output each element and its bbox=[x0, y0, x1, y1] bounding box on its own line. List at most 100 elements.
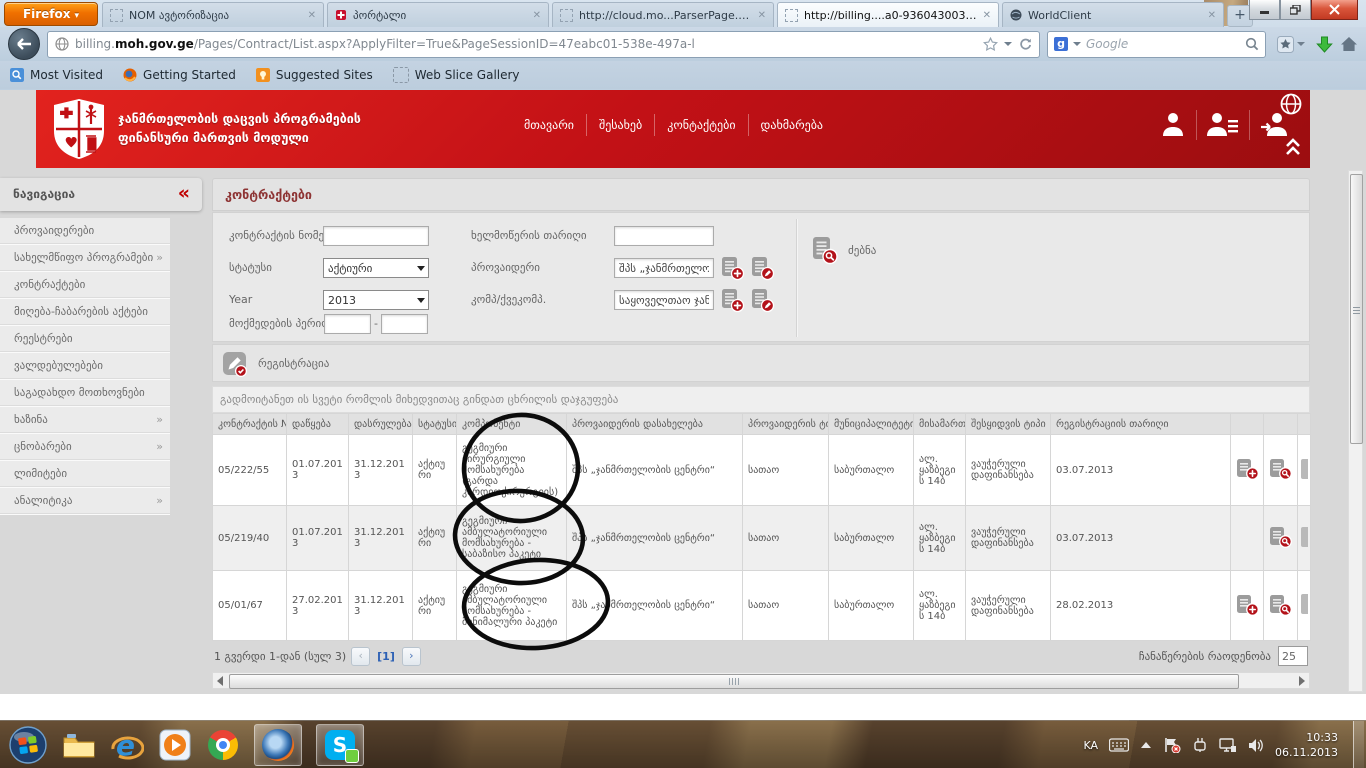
row-add-act-button[interactable] bbox=[1235, 456, 1260, 481]
close-icon[interactable]: ✕ bbox=[983, 10, 991, 21]
user-profile-button[interactable] bbox=[1150, 110, 1196, 140]
tab-cloud-parserpage[interactable]: http://cloud.mo...ParserPage.aspx ✕ bbox=[552, 2, 774, 27]
home-button[interactable] bbox=[1340, 36, 1358, 52]
taskbar-chrome[interactable] bbox=[206, 728, 240, 762]
table-row[interactable]: 05/219/40 01.07.2013 31.12.2013 აქტიური … bbox=[213, 506, 1311, 571]
col-address[interactable]: მისამართი bbox=[914, 414, 966, 435]
col-registration-date[interactable]: რეგისტრაციის თარიღი bbox=[1051, 414, 1231, 435]
language-indicator[interactable]: KA bbox=[1083, 739, 1098, 752]
close-icon[interactable]: ✕ bbox=[1208, 10, 1216, 21]
nav-help[interactable]: დახმარება bbox=[749, 114, 836, 136]
horizontal-scrollbar[interactable] bbox=[212, 672, 1310, 689]
prev-page-button[interactable]: ‹ bbox=[351, 647, 370, 666]
current-page[interactable]: [1] bbox=[377, 650, 395, 663]
tab-worldclient[interactable]: WorldClient ✕ bbox=[1002, 2, 1224, 27]
back-button[interactable] bbox=[8, 28, 40, 60]
period-from-input[interactable] bbox=[324, 314, 371, 334]
search-bar[interactable]: g Google bbox=[1047, 31, 1266, 58]
taskbar-media-player[interactable] bbox=[158, 728, 192, 762]
bookmark-web-slice-gallery[interactable]: Web Slice Gallery bbox=[393, 67, 520, 83]
taskbar-skype-active[interactable]: S bbox=[316, 724, 364, 766]
user-list-button[interactable] bbox=[1196, 110, 1249, 140]
component-add-button[interactable] bbox=[719, 287, 745, 313]
hidden-icons-arrow[interactable] bbox=[1140, 741, 1152, 749]
sidebar-item-state-programs[interactable]: სახელმწიფო პროგრამები» bbox=[0, 245, 170, 272]
nav-about[interactable]: შესახებ bbox=[587, 114, 655, 136]
sidebar-item-references[interactable]: ცნობარები» bbox=[0, 434, 170, 461]
provider-input[interactable] bbox=[614, 258, 714, 278]
sidebar-item-limits[interactable]: ლიმიტები bbox=[0, 461, 170, 488]
col-start[interactable]: დაწყება bbox=[287, 414, 349, 435]
taskbar-internet-explorer[interactable]: e bbox=[110, 728, 144, 762]
scroll-left-icon[interactable] bbox=[217, 676, 223, 686]
sidebar-item-payment-requests[interactable]: საგადახდო მოთხოვნები bbox=[0, 380, 170, 407]
show-desktop-button[interactable] bbox=[1353, 721, 1364, 768]
component-input[interactable] bbox=[614, 290, 714, 310]
contract-number-input[interactable] bbox=[323, 226, 429, 246]
downloads-button[interactable] bbox=[1316, 36, 1333, 53]
bookmark-most-visited[interactable]: Most Visited bbox=[10, 68, 103, 82]
language-globe-icon[interactable] bbox=[1280, 93, 1302, 115]
records-input[interactable] bbox=[1278, 646, 1308, 666]
close-icon[interactable]: ✕ bbox=[758, 10, 766, 21]
power-plug-icon[interactable] bbox=[1192, 737, 1208, 753]
action-center-flag-icon[interactable] bbox=[1163, 737, 1181, 753]
col-status[interactable]: სტატუსი bbox=[413, 414, 457, 435]
bookmark-getting-started[interactable]: Getting Started bbox=[123, 68, 236, 82]
provider-add-button[interactable] bbox=[719, 255, 745, 281]
taskbar-explorer[interactable] bbox=[62, 728, 96, 762]
tab-billing-active[interactable]: http://billing....a0-9360430033a8 ✕ bbox=[777, 2, 999, 27]
sidebar-collapse-icon[interactable]: « bbox=[178, 178, 190, 208]
vertical-scrollbar[interactable] bbox=[1348, 170, 1363, 692]
vertical-scroll-thumb[interactable] bbox=[1350, 174, 1363, 444]
close-icon[interactable]: ✕ bbox=[533, 10, 541, 21]
sidebar-item-obligations[interactable]: ვალდებულებები bbox=[0, 353, 170, 380]
registration-label[interactable]: რეგისტრაცია bbox=[258, 357, 329, 370]
table-row[interactable]: 05/222/55 01.07.2013 31.12.2013 აქტიური … bbox=[213, 435, 1311, 506]
restore-button[interactable] bbox=[1280, 0, 1311, 20]
bookmark-suggested-sites[interactable]: Suggested Sites bbox=[256, 68, 373, 82]
col-municipality[interactable]: მუნიციპალიტეტი bbox=[829, 414, 914, 435]
col-end[interactable]: დასრულება bbox=[349, 414, 413, 435]
bookmark-star-icon[interactable] bbox=[983, 37, 998, 52]
nav-contacts[interactable]: კონტაქტები bbox=[655, 114, 748, 136]
tab-nom-authorization[interactable]: NOM ავტორიზაცია ✕ bbox=[102, 2, 324, 27]
row-view-button[interactable] bbox=[1268, 524, 1293, 549]
collapse-header-icon[interactable] bbox=[1284, 136, 1302, 156]
sidebar-item-providers[interactable]: პროვაიდერები bbox=[0, 218, 170, 245]
signing-date-input[interactable] bbox=[614, 226, 714, 246]
registration-icon[interactable] bbox=[222, 350, 249, 377]
horizontal-scroll-thumb[interactable] bbox=[229, 674, 1239, 689]
nav-home[interactable]: მთავარი bbox=[512, 114, 587, 136]
sidebar-item-acceptance-acts[interactable]: მიღება-ჩაბარების აქტები bbox=[0, 299, 170, 326]
next-page-button[interactable]: › bbox=[402, 647, 421, 666]
search-icon[interactable] bbox=[1245, 37, 1259, 51]
row-view-button[interactable] bbox=[1268, 456, 1293, 481]
provider-edit-button[interactable] bbox=[749, 255, 775, 281]
row-view-button[interactable] bbox=[1268, 592, 1293, 617]
minimize-button[interactable] bbox=[1249, 0, 1280, 20]
tab-portal[interactable]: პორტალი ✕ bbox=[327, 2, 549, 27]
close-button[interactable] bbox=[1311, 0, 1358, 20]
search-contracts-button[interactable]: ძებნა bbox=[809, 235, 876, 265]
sidebar-item-treasury[interactable]: ხაზინა» bbox=[0, 407, 170, 434]
col-procurement-type[interactable]: შესყიდვის ტიპი bbox=[966, 414, 1051, 435]
sidebar-item-contracts[interactable]: კონტრაქტები bbox=[0, 272, 170, 299]
col-provider-name[interactable]: პროვაიდერის დასახელება bbox=[567, 414, 743, 435]
col-component[interactable]: კომპონენტი bbox=[457, 414, 567, 435]
sidebar-item-registers[interactable]: რეესტრები bbox=[0, 326, 170, 353]
col-contract-number[interactable]: კონტრაქტის № bbox=[213, 414, 287, 435]
start-button[interactable] bbox=[8, 725, 48, 765]
bookmarks-menu-button[interactable] bbox=[1273, 31, 1309, 57]
status-select[interactable]: აქტიური bbox=[323, 258, 429, 278]
component-edit-button[interactable] bbox=[749, 287, 775, 313]
search-engine-dropdown-icon[interactable] bbox=[1073, 42, 1081, 46]
scroll-right-icon[interactable] bbox=[1299, 676, 1305, 686]
sidebar-item-analytics[interactable]: ანალიტიკა» bbox=[0, 488, 170, 515]
url-bar[interactable]: billing.moh.gov.ge/Pages/Contract/List.a… bbox=[47, 31, 1040, 58]
reload-icon[interactable] bbox=[1018, 37, 1032, 51]
url-dropdown-icon[interactable] bbox=[1004, 42, 1012, 46]
taskbar-firefox-active[interactable] bbox=[254, 724, 302, 766]
volume-icon[interactable] bbox=[1248, 738, 1264, 753]
col-provider-type[interactable]: პროვაიდერის ტიპი bbox=[743, 414, 829, 435]
